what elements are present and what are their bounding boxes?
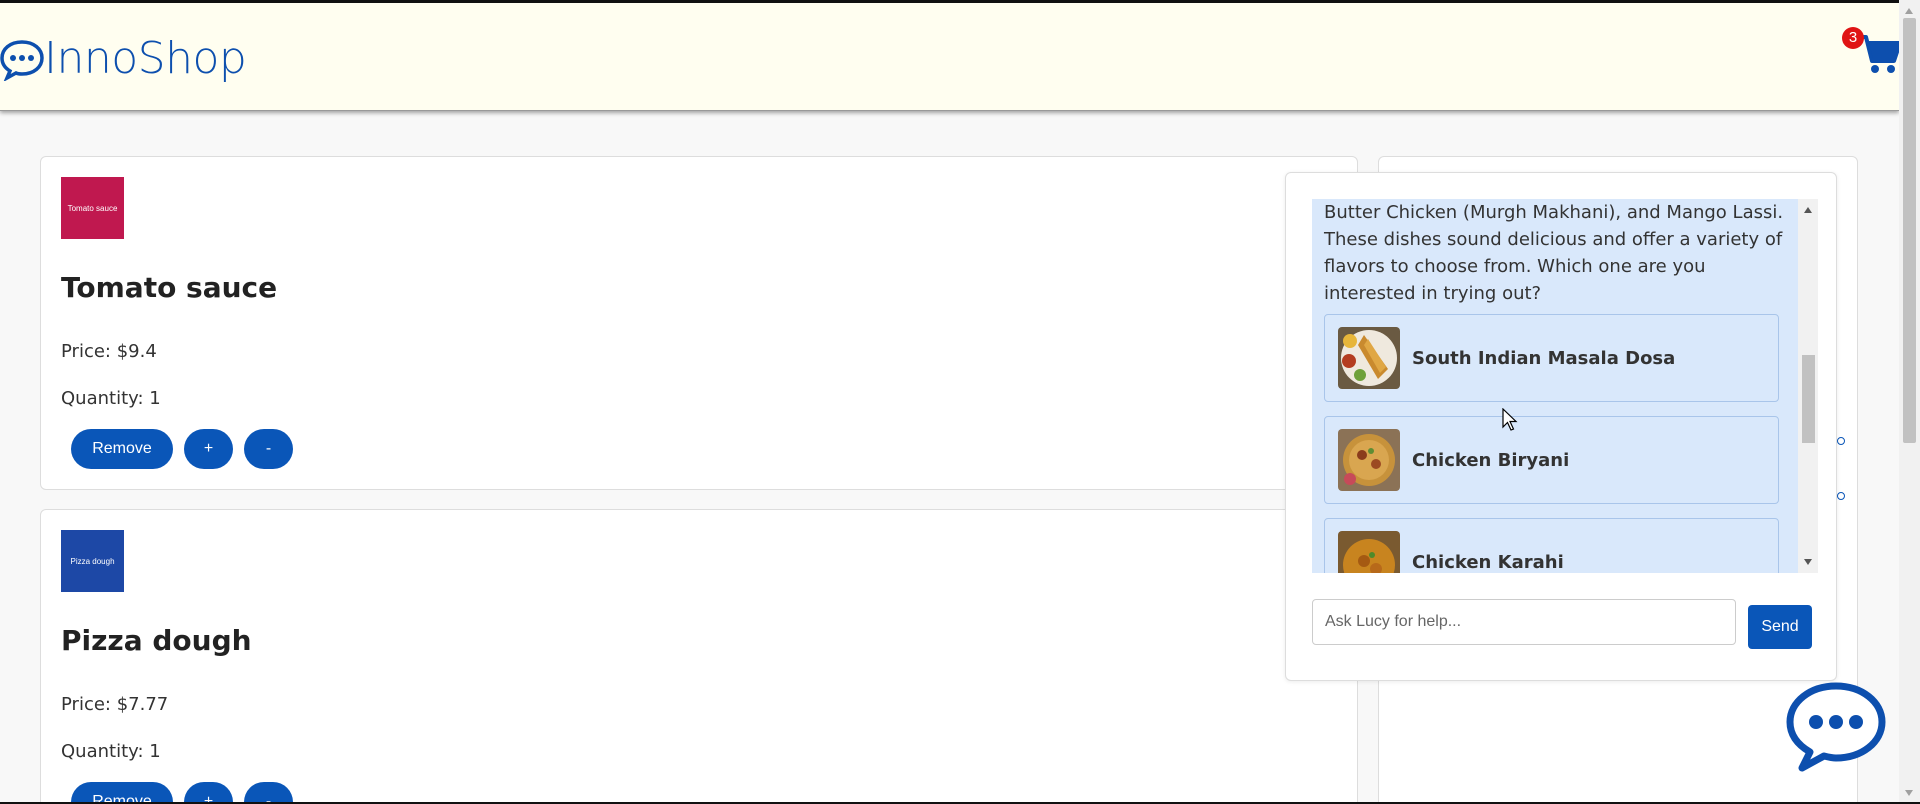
suggestion-name: Chicken Biryani — [1412, 449, 1570, 471]
item-price: Price: $7.77 — [61, 694, 169, 715]
item-actions: Remove + - — [71, 429, 293, 469]
mouse-cursor-icon — [1502, 408, 1518, 431]
chat-input[interactable] — [1312, 599, 1736, 645]
radio-indicator[interactable] — [1837, 492, 1845, 500]
chat-toggle-icon[interactable] — [1784, 680, 1888, 772]
cart-item-card: Tomato sauce Tomato sauce Price: $9.4 Qu… — [40, 156, 1358, 490]
item-name: Tomato sauce — [61, 271, 278, 304]
suggestion-item[interactable]: Chicken Biryani — [1324, 416, 1779, 504]
item-actions: Remove + - — [71, 782, 293, 804]
cart-count-badge: 3 — [1842, 27, 1864, 49]
brand-logo[interactable]: InnoShop — [0, 33, 247, 84]
suggestion-name: South Indian Masala Dosa — [1412, 347, 1676, 369]
chicken-biryani-food-image — [1338, 429, 1400, 491]
scrollbar-thumb[interactable] — [1903, 18, 1916, 443]
suggestion-item[interactable]: South Indian Masala Dosa — [1324, 314, 1779, 402]
item-thumbnail: Pizza dough — [61, 530, 124, 592]
chat-scrollbar[interactable] — [1798, 199, 1818, 573]
radio-indicator[interactable] — [1837, 437, 1845, 445]
scrollbar-thumb[interactable] — [1802, 355, 1815, 443]
item-price: Price: $9.4 — [61, 341, 157, 362]
chat-bubble-logo-icon — [0, 39, 44, 81]
item-name: Pizza dough — [61, 624, 252, 657]
decrease-quantity-button[interactable]: - — [244, 429, 293, 469]
masala-dosa-food-image — [1338, 327, 1400, 389]
site-header: InnoShop 3 — [0, 3, 1902, 111]
remove-button[interactable]: Remove — [71, 429, 173, 469]
brand-name: InnoShop — [44, 33, 247, 84]
send-button[interactable]: Send — [1748, 605, 1812, 649]
item-quantity: Quantity: 1 — [61, 741, 161, 762]
remove-button[interactable]: Remove — [71, 782, 173, 804]
increase-quantity-button[interactable]: + — [184, 782, 233, 804]
suggestion-name: Chicken Karahi — [1412, 551, 1564, 573]
increase-quantity-button[interactable]: + — [184, 429, 233, 469]
scroll-up-arrow-icon[interactable] — [1905, 8, 1913, 14]
cart-item-card: Pizza dough Pizza dough Price: $7.77 Qua… — [40, 509, 1358, 804]
chicken-karahi-food-image — [1338, 531, 1400, 573]
decrease-quantity-button[interactable]: - — [244, 782, 293, 804]
suggestion-item[interactable]: Chicken Karahi — [1324, 518, 1779, 573]
page-scrollbar[interactable] — [1899, 0, 1920, 804]
scroll-down-arrow-icon[interactable] — [1804, 559, 1812, 565]
chat-window: Butter Chicken (Murgh Makhani), and Mang… — [1285, 172, 1837, 681]
chat-messages[interactable]: Butter Chicken (Murgh Makhani), and Mang… — [1312, 199, 1798, 573]
item-quantity: Quantity: 1 — [61, 388, 161, 409]
item-thumbnail: Tomato sauce — [61, 177, 124, 239]
assistant-message: Butter Chicken (Murgh Makhani), and Mang… — [1324, 202, 1784, 304]
scroll-up-arrow-icon[interactable] — [1804, 207, 1812, 213]
scroll-down-arrow-icon[interactable] — [1905, 790, 1913, 796]
